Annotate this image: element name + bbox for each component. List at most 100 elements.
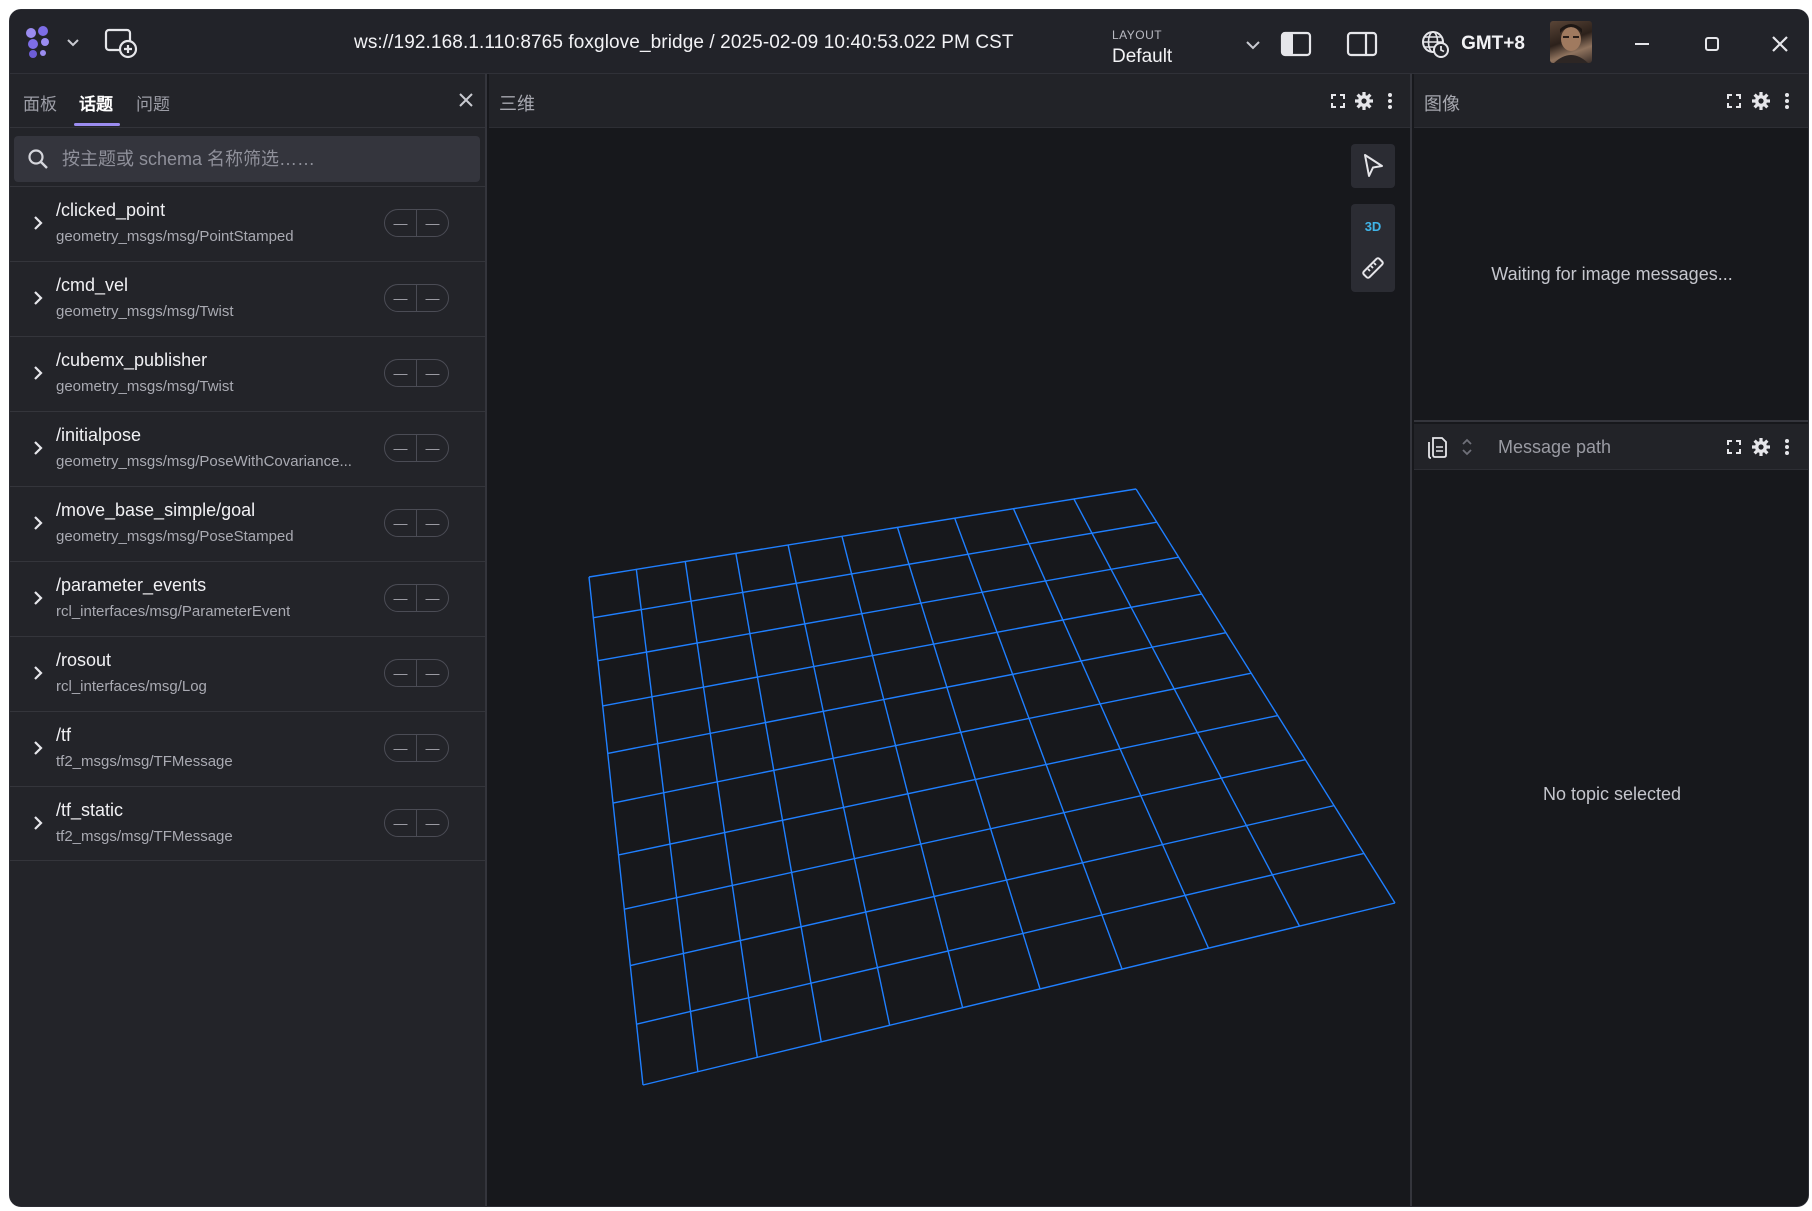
three-d-panel[interactable]: 三维 3D [489,74,1412,1207]
topic-stats-pill: — — [384,284,449,312]
copy-button[interactable] [1426,436,1448,459]
topic-bandwidth: — [425,665,440,681]
grid-line [684,561,758,1058]
topic-name: /move_base_simple/goal [56,500,256,520]
chevron-right-icon [34,366,43,380]
topic-bandwidth: — [425,740,440,756]
topic-schema: geometry_msgs/msg/PoseWithCovariance... [56,453,352,470]
expand-row-button[interactable] [26,511,50,535]
topic-search-input[interactable] [62,139,480,179]
pointer-icon [1364,154,1383,177]
chevron-down-icon [1246,41,1260,50]
fullscreen-button[interactable] [1723,436,1745,458]
fullscreen-button[interactable] [1723,90,1745,112]
topic-row[interactable]: /move_base_simple/goal geometry_msgs/msg/… [10,486,485,561]
raw-message-panel[interactable]: No topic selected [1414,424,1808,1206]
topic-list: /clicked_point geometry_msgs/msg/PointSta… [10,186,485,861]
topic-bandwidth: — [425,515,440,531]
grid-line [1073,498,1301,927]
raw-message-panel-header[interactable] [1414,424,1808,470]
camera-mode-3d-button[interactable]: 3D [1351,212,1395,240]
gear-icon [1355,92,1373,110]
window-minimize-button[interactable] [1622,28,1662,60]
expand-row-button[interactable] [26,736,50,760]
tab-problems[interactable]: 问题 [136,90,170,115]
expand-row-button[interactable] [26,811,50,835]
topic-row[interactable]: /clicked_point geometry_msgs/msg/PointSta… [10,186,485,261]
layout-caption: LAYOUT [1112,28,1163,42]
right-column: 图像 Waiting for image messages... Message… [1414,74,1808,1206]
grid-line [954,517,1123,970]
topic-frequency: — [393,440,408,456]
topic-row[interactable]: /cmd_vel geometry_msgs/msg/Twist — — [10,261,485,336]
topic-stats-pill: — — [384,209,449,237]
topic-row[interactable]: /tf_static tf2_msgs/msg/TFMessage — — [10,786,485,861]
gear-icon [1752,92,1770,110]
topic-name: /parameter_events [56,575,207,595]
topic-row[interactable]: /cubemx_publisher geometry_msgs/msg/Twist… [10,336,485,411]
grid-line [612,672,1252,804]
tab-topics[interactable]: 话题 [79,90,113,115]
expand-row-button[interactable] [26,661,50,685]
layout-selector[interactable]: LAYOUT Default [1102,24,1262,67]
grid-line [735,553,822,1042]
more-vertical-icon [1785,93,1789,109]
grid-line [1012,508,1210,949]
topic-row[interactable]: /initialpose geometry_msgs/msg/PoseWithCo… [10,411,485,486]
expand-row-button[interactable] [26,286,50,310]
panel-menu-button[interactable] [1776,436,1798,458]
panel-settings-button[interactable] [1750,436,1772,458]
image-waiting-message: Waiting for image messages... [1491,264,1733,284]
three-d-panel-title: 三维 [499,94,535,114]
topic-search [14,136,480,182]
grid-line [597,556,1179,662]
avatar[interactable] [1550,21,1592,63]
expand-row-button[interactable] [26,361,50,385]
expand-row-button[interactable] [26,436,50,460]
expand-row-button[interactable] [26,211,50,235]
chevron-right-icon [34,441,43,455]
topic-row[interactable]: /tf tf2_msgs/msg/TFMessage — — [10,711,485,786]
message-path-input[interactable] [1498,432,1668,462]
three-d-viewport[interactable] [489,128,1412,1207]
sidebar-close-button[interactable] [454,88,478,112]
topic-row[interactable]: /parameter_events rcl_interfaces/msg/Para… [10,561,485,636]
chevron-right-icon [34,591,43,605]
sidebar-tabs: 面板 话题 问题 [10,74,485,128]
user-photo [1554,24,1588,63]
timezone-button[interactable]: GMT+8 [1413,26,1533,62]
image-panel-header[interactable]: 图像 [1414,74,1808,128]
topic-stats-pill: — — [384,809,449,837]
left-sidebar-toggle-button[interactable] [1278,28,1314,60]
topic-name: /rosout [56,650,112,670]
new-window-button[interactable] [103,26,139,60]
grid-line [593,521,1157,619]
select-tool-button[interactable] [1351,144,1395,188]
panel-settings-button[interactable] [1353,90,1375,112]
grid-line [787,544,891,1026]
three-d-panel-header[interactable]: 三维 [489,74,1410,128]
measure-tool-button[interactable] [1351,250,1395,286]
right-sidebar-toggle-button[interactable] [1344,28,1380,60]
expand-row-button[interactable] [26,586,50,610]
topic-schema: geometry_msgs/msg/PointStamped [56,228,294,245]
panel-menu-button[interactable] [1776,90,1798,112]
fullscreen-button[interactable] [1327,90,1349,112]
expand-collapse-button[interactable] [1456,436,1478,458]
app-menu-button[interactable] [20,24,84,60]
panel-menu-button[interactable] [1379,90,1401,112]
view-tools-group: 3D [1351,204,1395,292]
layout-value: Default [1112,46,1173,67]
topic-schema: geometry_msgs/msg/Twist [56,378,234,395]
image-panel[interactable]: 图像 Waiting for image messages... [1414,74,1808,422]
topic-row[interactable]: /rosout rcl_interfaces/msg/Log — — [10,636,485,711]
window-maximize-button[interactable] [1692,28,1732,60]
copy-icon [1428,437,1447,459]
window-close-button[interactable] [1760,28,1800,60]
topic-frequency: — [393,290,408,306]
no-topic-message: No topic selected [1542,784,1682,804]
tab-panels[interactable]: 面板 [23,90,57,115]
topic-bandwidth: — [425,815,440,831]
panel-settings-button[interactable] [1750,90,1772,112]
left-sidebar: 面板 话题 问题 /clicked_point geometry_msgs/msg… [10,74,487,1206]
